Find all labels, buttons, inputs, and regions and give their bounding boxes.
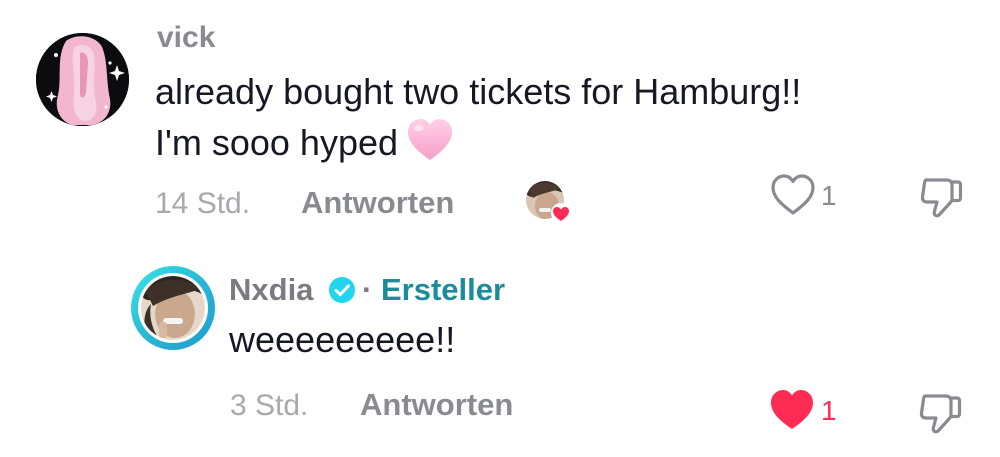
like-count: 1 bbox=[821, 395, 837, 426]
avatar-image bbox=[141, 276, 205, 340]
creator-avatar-small bbox=[526, 181, 571, 223]
like-button[interactable] bbox=[769, 388, 815, 432]
avatar-vick[interactable] bbox=[36, 33, 129, 126]
separator-dot: · bbox=[362, 272, 373, 307]
thumbs-down-icon bbox=[920, 178, 963, 218]
like-button[interactable] bbox=[770, 173, 816, 217]
reply-timestamp: 3 Std. bbox=[230, 389, 309, 422]
reply-button[interactable]: Antworten bbox=[360, 387, 513, 423]
avatar-image bbox=[36, 33, 129, 126]
heart-filled-icon bbox=[771, 390, 813, 429]
liked-by-creator-badge bbox=[525, 180, 571, 226]
reply-text: weeeeeeeee!! bbox=[229, 319, 456, 360]
dislike-button[interactable] bbox=[916, 388, 964, 436]
comment-text-line2-wrapper: I'm sooo hyped bbox=[155, 117, 915, 168]
creator-badge-label: Ersteller bbox=[381, 272, 506, 307]
heart-outline-icon bbox=[771, 174, 815, 215]
verified-check-icon bbox=[328, 276, 356, 304]
like-count: 1 bbox=[821, 180, 837, 211]
comment-text-line1: already bought two tickets for Hamburg!! bbox=[155, 71, 802, 112]
comment-text-line2: I'm sooo hyped bbox=[155, 122, 399, 163]
comment-author-name[interactable]: vick bbox=[157, 20, 215, 56]
pink-heart-emoji-icon bbox=[408, 119, 453, 160]
dislike-button[interactable] bbox=[917, 172, 965, 220]
thumbs-down-icon bbox=[919, 394, 962, 434]
comment-text: already bought two tickets for Hamburg!!… bbox=[155, 66, 915, 168]
heart-filled-icon bbox=[551, 203, 571, 223]
reply-author-name[interactable]: Nxdia bbox=[229, 272, 313, 308]
comment-timestamp: 14 Std. bbox=[155, 187, 251, 220]
avatar-nxdia[interactable] bbox=[138, 273, 208, 343]
reply-button[interactable]: Antworten bbox=[301, 185, 454, 221]
